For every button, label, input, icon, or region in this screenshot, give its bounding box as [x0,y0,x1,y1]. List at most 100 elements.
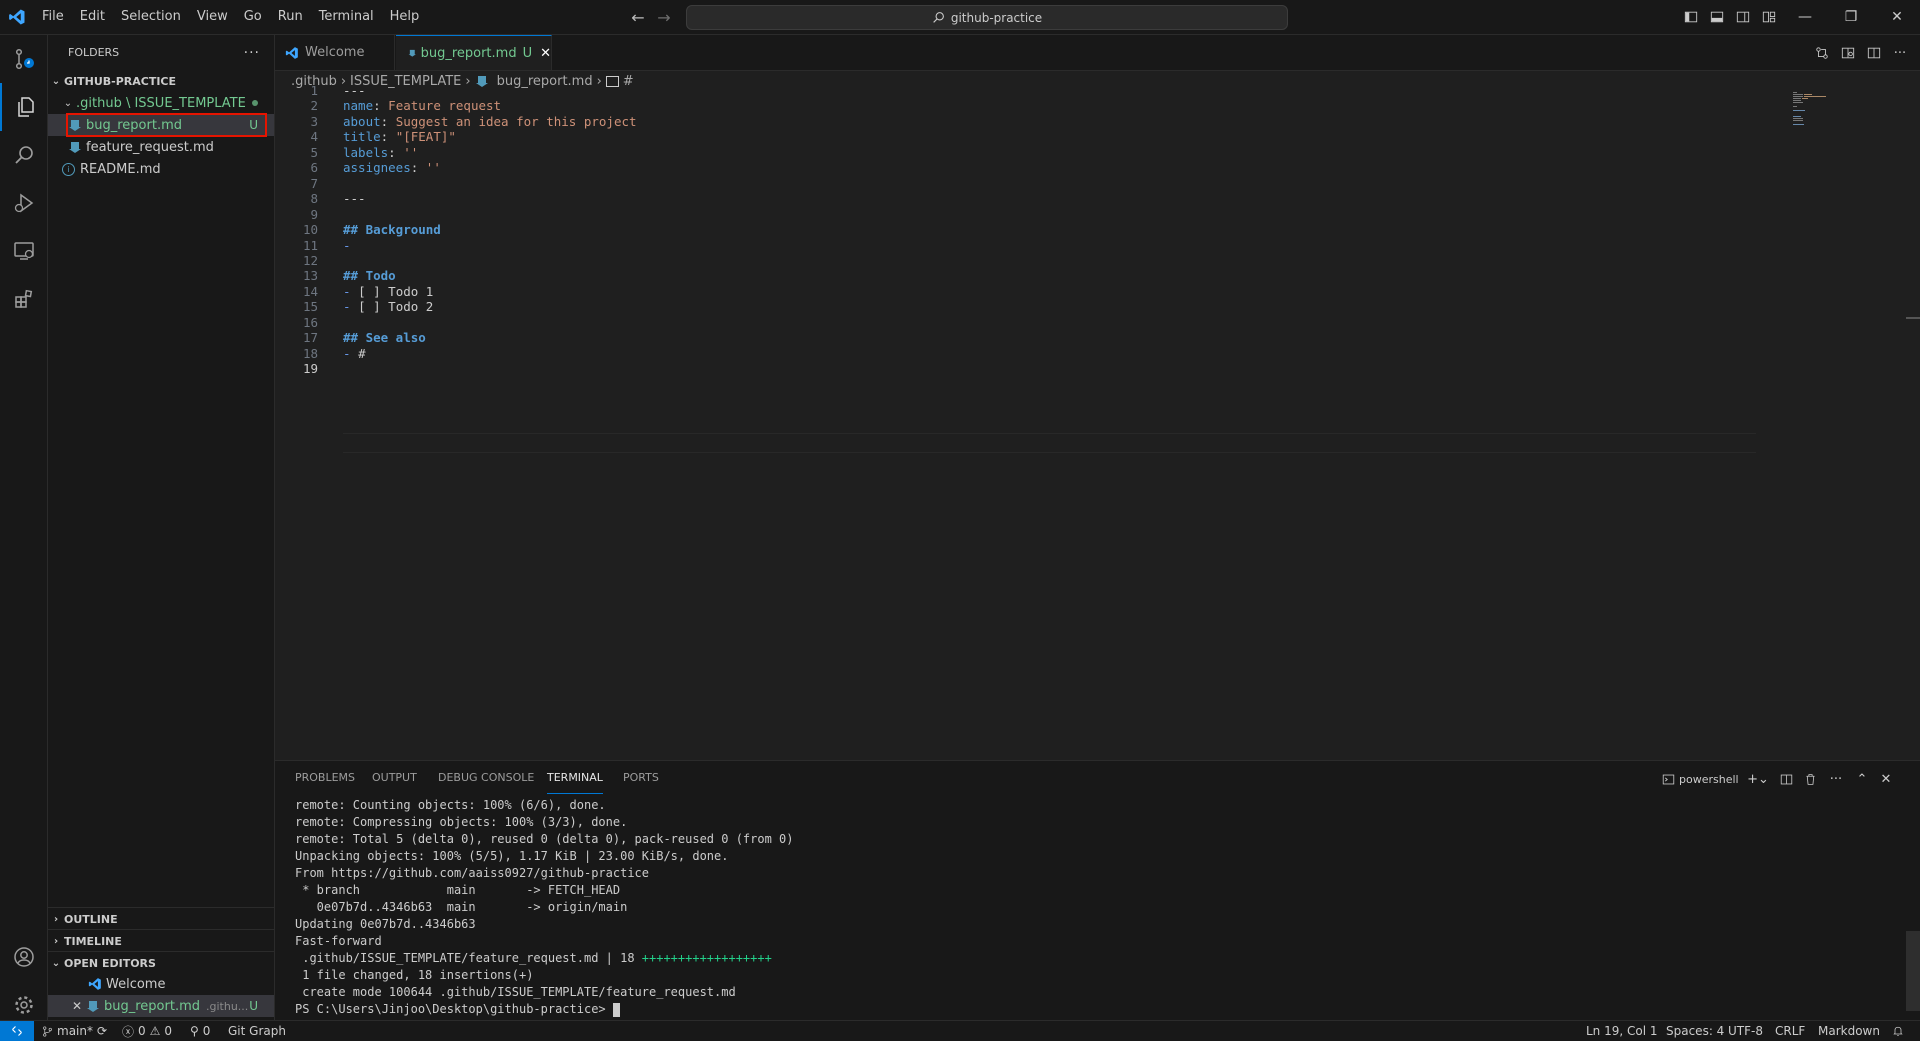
bottom-panel: PROBLEMS OUTPUT DEBUG CONSOLE TERMINAL P… [275,760,1920,1021]
more-actions-icon[interactable]: ··· [1889,42,1911,64]
open-editor-welcome[interactable]: Welcome [48,973,274,995]
open-changes-icon[interactable] [1811,42,1833,64]
branch-status[interactable]: main* ⟳ [42,1023,107,1039]
file-feature-request[interactable]: feature_request.md [48,136,274,158]
tab-bug-report[interactable]: bug_report.md U ✕ [396,35,552,70]
terminal-line: .github/ISSUE_TEMPLATE/feature_request.m… [295,951,772,965]
folder-issue-template[interactable]: ⌄ .github \ ISSUE_TEMPLATE [48,92,274,114]
git-graph-status[interactable]: Git Graph [228,1023,286,1039]
accounts-icon[interactable] [0,933,47,981]
terminal-line: * branch main -> FETCH_HEAD [295,883,621,897]
code-token: : [388,145,404,160]
end-of-line[interactable]: CRLF [1775,1023,1805,1039]
workspace-root[interactable]: ⌄ GITHUB-PRACTICE [48,70,274,92]
run-debug-icon[interactable] [0,179,47,227]
menu-edit[interactable]: Edit [72,5,113,29]
untracked-dot-icon [252,100,258,106]
highlight-box [66,113,267,137]
ports-count: 0 [202,1024,211,1038]
minimap[interactable] [1793,92,1853,152]
tab-debug-console[interactable]: DEBUG CONSOLE [438,771,534,793]
toggle-primary-sidebar-icon[interactable] [1680,6,1702,28]
code-editor[interactable]: 1 2 3 4 5 6 7 8 9 10 11 12 13 14 15 16 17 18 19 --- name: F… [275,83,1920,760]
source-control-icon[interactable] [0,35,47,83]
close-icon[interactable]: ✕ [72,999,86,1013]
toggle-panel-icon[interactable] [1706,6,1728,28]
minimize-icon[interactable]: — [1782,0,1828,34]
menu-terminal[interactable]: Terminal [311,5,382,29]
tab-output[interactable]: OUTPUT [372,771,417,793]
restore-icon[interactable]: ❐ [1828,0,1874,34]
ports-status[interactable]: ⚲ 0 [190,1023,210,1039]
search-icon [933,12,944,23]
new-terminal-icon[interactable]: +⌄ [1747,768,1769,790]
line-number: 1 [310,83,318,98]
trash-icon[interactable] [1799,768,1821,790]
menu-file[interactable]: File [34,5,72,29]
language-mode[interactable]: Markdown [1818,1023,1880,1039]
menu-view[interactable]: View [189,5,236,29]
menu-go[interactable]: Go [236,5,270,29]
open-editor-label: Welcome [106,976,166,992]
menu-run[interactable]: Run [270,5,311,29]
terminal-shell-selector[interactable]: powershell [1662,769,1739,789]
breadcrumb-item[interactable]: ISSUE_TEMPLATE [350,74,461,89]
search-icon[interactable] [0,131,47,179]
cursor-position[interactable]: Ln 19, Col 1 [1586,1023,1658,1039]
notifications-bell-icon[interactable] [1892,1023,1904,1039]
chevron-right-icon: › [465,73,471,89]
file-readme[interactable]: i README.md [48,158,274,180]
problems-status[interactable]: ⓧ 0 ⚠ 0 [122,1023,172,1039]
code-token: name [343,98,374,113]
extensions-icon[interactable] [0,275,47,323]
maximize-panel-icon[interactable]: ⌃ [1851,768,1873,790]
search-text: github-practice [950,10,1043,25]
terminal-icon [1662,774,1675,784]
markdown-icon [69,142,81,153]
split-editor-icon[interactable] [1863,42,1885,64]
remote-indicator-icon[interactable] [0,1021,34,1041]
breadcrumb-item[interactable]: # [623,74,634,89]
line-number: 18 [302,346,318,361]
timeline-section[interactable]: › TIMELINE [48,929,274,952]
scrollbar-marker[interactable] [1906,317,1920,319]
error-icon: ⓧ [122,1024,135,1039]
close-panel-icon[interactable]: ✕ [1875,768,1897,790]
forward-arrow-icon[interactable]: → [652,5,676,29]
current-line-highlight [343,433,1756,453]
back-arrow-icon[interactable]: ← [626,5,650,29]
terminal-scrollbar[interactable] [1906,931,1920,1011]
customize-layout-icon[interactable] [1758,6,1780,28]
tab-welcome[interactable]: Welcome [275,35,395,70]
menu-selection[interactable]: Selection [113,5,189,29]
indentation[interactable]: Spaces: 4 [1666,1023,1724,1039]
terminal-line: From https://github.com/aaiss0927/github… [295,866,650,880]
open-editors-section[interactable]: ⌄ OPEN EDITORS [48,951,274,974]
close-window-icon[interactable]: ✕ [1874,0,1920,34]
code-line: --- [343,191,366,206]
chevron-down-icon: ⌄ [51,957,61,969]
explorer-icon[interactable] [0,83,49,131]
open-preview-icon[interactable] [1837,42,1859,64]
split-terminal-icon[interactable] [1775,768,1797,790]
menu-help[interactable]: Help [382,5,428,29]
terminal-line: Unpacking objects: 100% (5/5), 1.17 KiB … [295,849,729,863]
outline-section[interactable]: › OUTLINE [48,907,274,930]
terminal-output[interactable]: remote: Counting objects: 100% (6/6), do… [295,797,794,1018]
open-editor-bug-report[interactable]: ✕ bug_report.md .githu... U [48,995,274,1017]
close-tab-icon[interactable]: ✕ [540,46,551,61]
breadcrumb-item[interactable]: bug_report.md [497,74,593,89]
toggle-secondary-sidebar-icon[interactable] [1732,6,1754,28]
remote-explorer-icon[interactable] [0,227,47,275]
tab-ports[interactable]: PORTS [623,771,659,793]
line-number: 7 [310,176,318,191]
tab-problems[interactable]: PROBLEMS [295,771,355,793]
more-actions-icon[interactable]: ··· [244,45,260,61]
more-actions-icon[interactable]: ··· [1825,768,1847,790]
line-number: 5 [310,145,318,160]
tab-terminal[interactable]: TERMINAL [547,771,603,794]
sync-icon[interactable]: ⟳ [97,1024,107,1038]
command-center-search[interactable]: github-practice [686,5,1288,30]
line-number: 13 [302,268,318,283]
encoding[interactable]: UTF-8 [1728,1023,1763,1039]
